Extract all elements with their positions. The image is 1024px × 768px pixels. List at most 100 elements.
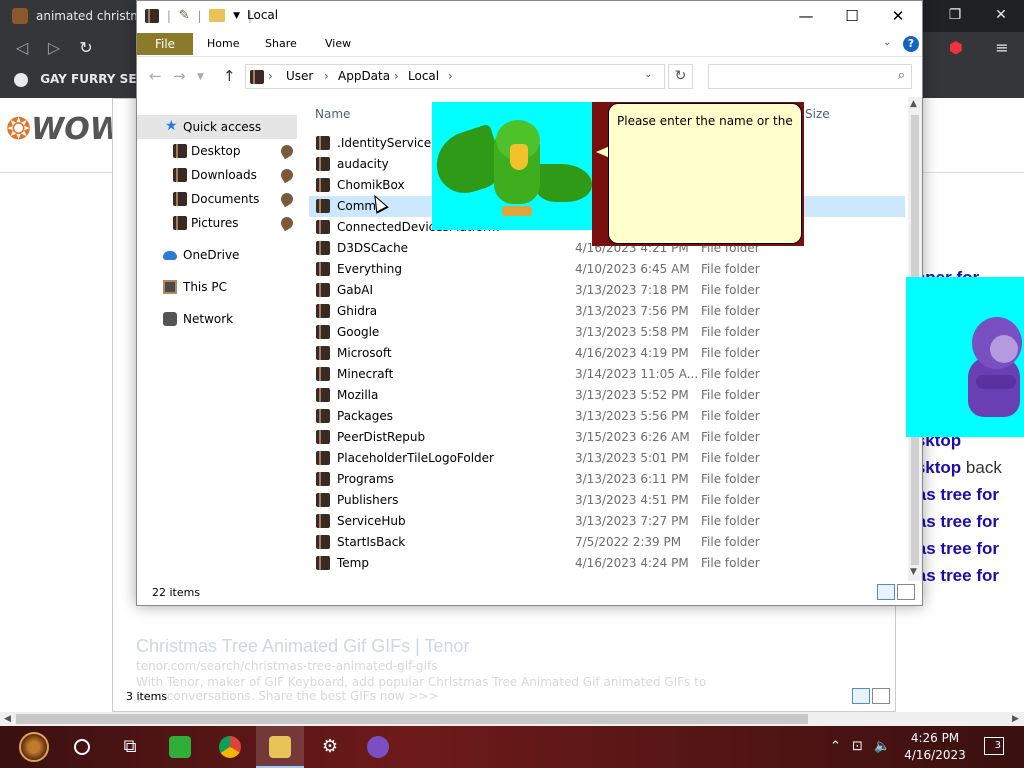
nav-item-quick-access[interactable]: ★ Quick access xyxy=(137,115,297,139)
taskbar-bonzi[interactable] xyxy=(354,726,402,768)
table-row[interactable]: Temp 4/16/2023 4:24 PM File folder xyxy=(309,553,905,574)
up-arrow-icon[interactable]: ↑ xyxy=(223,67,236,85)
large-icons-view-icon[interactable] xyxy=(872,688,890,704)
pin-icon[interactable] xyxy=(278,166,296,184)
scroll-down-icon[interactable]: ▼ xyxy=(910,567,917,577)
ribbon-tabs: File Home Share View ⌄ ? xyxy=(137,31,922,57)
breadcrumb-separator[interactable]: › xyxy=(448,69,453,83)
address-bar[interactable]: › User › AppData › Local › ⌄ xyxy=(245,64,665,89)
bookmark-item[interactable]: GAY FURRY SEX xyxy=(14,72,146,87)
browser-reload-icon[interactable]: ↻ xyxy=(70,32,102,64)
close-button[interactable]: ✕ xyxy=(875,1,921,31)
tab-share[interactable]: Share xyxy=(265,33,297,55)
scroll-left-icon[interactable]: ◀ xyxy=(4,712,11,726)
back-arrow-icon[interactable]: ← xyxy=(149,67,162,85)
browser-menu-icon[interactable]: ≡ xyxy=(986,32,1018,64)
tab-home[interactable]: Home xyxy=(207,33,239,55)
breadcrumb-item-appdata[interactable]: AppData xyxy=(338,69,390,83)
search-button[interactable] xyxy=(58,726,106,768)
table-row[interactable]: Packages 3/13/2023 5:56 PM File folder xyxy=(309,406,905,427)
table-row[interactable]: GabAI 3/13/2023 7:18 PM File folder xyxy=(309,280,905,301)
ublock-extension-icon[interactable]: ⬢ xyxy=(940,32,972,64)
details-view-icon[interactable] xyxy=(877,584,895,600)
nav-item-network[interactable]: Network xyxy=(137,307,297,331)
taskbar-file-explorer[interactable] xyxy=(256,726,304,768)
bonzi-buddy-assistant[interactable] xyxy=(906,277,1024,437)
title-bar[interactable]: | ✎ | ▼ | Local — ☐ ✕ xyxy=(137,1,922,31)
network-tray-icon[interactable]: ⊡ xyxy=(852,726,863,768)
folder-icon xyxy=(316,514,330,528)
browser-close-icon[interactable]: ✕ xyxy=(978,0,1024,32)
site-logo[interactable]: ❂WOW xyxy=(6,112,123,147)
scroll-right-icon[interactable]: ▶ xyxy=(1012,712,1019,726)
breadcrumb-separator[interactable]: › xyxy=(324,69,329,83)
logo-swirl-icon: ❂ xyxy=(6,112,32,147)
browser-restore-icon[interactable]: ❐ xyxy=(932,0,978,32)
refresh-button[interactable]: ↻ xyxy=(668,64,693,89)
tab-view[interactable]: View xyxy=(325,33,351,55)
nav-item-pictures[interactable]: Pictures xyxy=(137,211,297,235)
breadcrumb-separator[interactable]: › xyxy=(394,69,399,83)
task-view-button[interactable]: ⧉ xyxy=(106,726,154,768)
nav-item-desktop[interactable]: Desktop xyxy=(137,139,297,163)
table-row[interactable]: Programs 3/13/2023 6:11 PM File folder xyxy=(309,469,905,490)
taskbar-chrome[interactable] xyxy=(206,726,254,768)
taskbar-notes-app[interactable] xyxy=(156,726,204,768)
breadcrumb-item-user[interactable]: User xyxy=(286,69,313,83)
breadcrumb-separator[interactable]: › xyxy=(268,69,273,83)
qat-dropdown-icon[interactable]: ▼ xyxy=(233,11,240,21)
notification-center-icon[interactable]: 3 xyxy=(984,737,1004,755)
table-row[interactable]: PlaceholderTileLogoFolder 3/13/2023 5:01 … xyxy=(309,448,905,469)
browser-tab[interactable]: animated christmas xyxy=(0,0,150,32)
parrot-assistant[interactable] xyxy=(432,102,592,230)
nav-item-onedrive[interactable]: OneDrive xyxy=(137,243,297,267)
system-clock[interactable]: 4:26 PM 4/16/2023 xyxy=(896,730,974,764)
table-row[interactable]: Minecraft 3/14/2023 11:05 A... File folder xyxy=(309,364,905,385)
table-row[interactable]: Microsoft 4/16/2023 4:19 PM File folder xyxy=(309,343,905,364)
large-icons-view-icon[interactable] xyxy=(897,584,915,600)
start-button[interactable] xyxy=(10,726,58,768)
browser-forward-icon[interactable]: ▷ xyxy=(38,32,70,64)
browser-back-icon[interactable]: ◁ xyxy=(6,32,38,64)
table-row[interactable]: Ghidra 3/13/2023 7:56 PM File folder xyxy=(309,301,905,322)
speech-balloon[interactable]: Please enter the name or the xyxy=(608,103,802,244)
ghost-result-title[interactable]: Christmas Tree Animated Gif GIFs | Tenor xyxy=(136,636,469,657)
scrollbar-thumb[interactable] xyxy=(16,714,808,724)
table-row[interactable]: Publishers 3/13/2023 4:51 PM File folder xyxy=(309,490,905,511)
search-input[interactable]: ⌕ xyxy=(708,64,912,89)
forward-arrow-icon[interactable]: → xyxy=(173,67,186,85)
table-row[interactable]: StartIsBack 7/5/2022 2:39 PM File folder xyxy=(309,532,905,553)
volume-muted-icon[interactable]: 🔈 xyxy=(874,726,890,768)
minimize-button[interactable]: — xyxy=(783,1,829,31)
column-header-name[interactable]: Name xyxy=(315,107,350,121)
folder-icon xyxy=(316,556,330,570)
scroll-up-icon[interactable]: ▲ xyxy=(910,99,917,109)
nav-item-documents[interactable]: Documents xyxy=(137,187,297,211)
table-row[interactable]: Mozilla 3/13/2023 5:52 PM File folder xyxy=(309,385,905,406)
properties-icon[interactable]: ✎ xyxy=(179,8,190,23)
table-row[interactable]: Everything 4/10/2023 6:45 AM File folder xyxy=(309,259,905,280)
column-header-size[interactable]: Size xyxy=(805,107,830,121)
computer-icon xyxy=(163,280,177,294)
table-row[interactable]: PeerDistRepub 3/15/2023 6:26 AM File folde… xyxy=(309,427,905,448)
breadcrumb-item-local[interactable]: Local xyxy=(408,69,439,83)
recent-locations-icon[interactable]: ▼ xyxy=(197,72,204,82)
nav-item-this-pc[interactable]: This PC xyxy=(137,275,297,299)
details-view-icon[interactable] xyxy=(852,688,870,704)
nav-item-downloads[interactable]: Downloads xyxy=(137,163,297,187)
table-row[interactable]: Google 3/13/2023 5:58 PM File folder xyxy=(309,322,905,343)
table-row[interactable]: ServiceHub 3/13/2023 7:27 PM File folder xyxy=(309,511,905,532)
pin-icon[interactable] xyxy=(278,214,296,232)
browser-horizontal-scrollbar[interactable]: ◀ ▶ xyxy=(0,712,1024,726)
file-type: File folder xyxy=(701,388,760,402)
ribbon-expand-icon[interactable]: ⌄ xyxy=(883,37,891,48)
tab-file[interactable]: File xyxy=(137,33,193,55)
pin-icon[interactable] xyxy=(278,142,296,160)
pin-icon[interactable] xyxy=(278,190,296,208)
taskbar-settings[interactable]: ⚙ xyxy=(306,726,354,768)
tray-expand-icon[interactable]: ⌃ xyxy=(830,726,841,768)
address-dropdown-icon[interactable]: ⌄ xyxy=(644,69,652,80)
maximize-button[interactable]: ☐ xyxy=(829,1,875,31)
help-icon[interactable]: ? xyxy=(903,36,919,52)
new-folder-icon[interactable] xyxy=(209,9,226,22)
